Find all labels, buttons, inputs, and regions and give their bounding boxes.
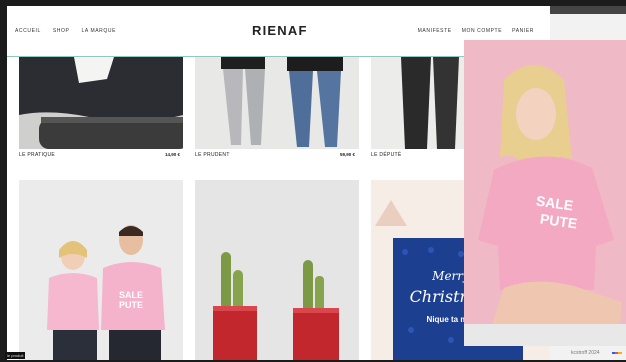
nav-link-panier[interactable]: PANIER xyxy=(512,28,534,34)
tshirt-print-man-line1: SALE xyxy=(119,290,143,300)
product-name-le-prudent[interactable]: LE PRUDENT xyxy=(195,152,230,158)
product-image-cactus-tins[interactable] xyxy=(195,180,359,360)
product-price-le-prudent: 59,90 € xyxy=(340,152,356,157)
nav-link-manifeste[interactable]: MANIFESTE xyxy=(418,28,452,34)
corner-tag: le produit xyxy=(5,352,26,359)
product-name-le-pratique[interactable]: LE PRATIQUE xyxy=(19,152,55,158)
product-photo-cactus xyxy=(195,180,359,360)
product-image-le-pratique[interactable] xyxy=(19,57,183,149)
product-photo-legs xyxy=(195,57,359,149)
nav-link-accueil[interactable]: ACCUEIL xyxy=(15,28,41,34)
product-photo-couple: SALE PUTE xyxy=(19,180,183,360)
nav-left-group: ACCUEIL SHOP LA MARQUE xyxy=(15,28,116,34)
overlay-caption: kcstroff 2024 xyxy=(571,350,600,356)
panel-top-bar xyxy=(550,6,626,14)
nav-link-shop[interactable]: SHOP xyxy=(53,28,70,34)
nav-link-mon-compte[interactable]: MON COMPTE xyxy=(462,28,502,34)
product-image-le-prudent[interactable] xyxy=(195,57,359,149)
color-dashes-icon xyxy=(612,352,622,354)
overlay-bottom-strip xyxy=(464,324,626,346)
model-photo: SALE PUTE xyxy=(464,40,626,324)
tshirt-print-man-line2: PUTE xyxy=(119,300,143,310)
product-image-couple-tshirts[interactable]: SALE PUTE xyxy=(19,180,183,360)
product-price-le-pratique: 14,90 € xyxy=(165,152,181,157)
product-name-le-depute[interactable]: LE DÉPUTÉ xyxy=(371,152,402,158)
brand-logo[interactable]: RIENAF xyxy=(252,23,308,38)
video-overlay-model[interactable]: SALE PUTE xyxy=(464,40,626,324)
nav-right-group: MANIFESTE MON COMPTE PANIER xyxy=(418,28,534,34)
nav-link-la-marque[interactable]: LA MARQUE xyxy=(81,28,116,34)
product-photo-stool xyxy=(19,57,183,149)
